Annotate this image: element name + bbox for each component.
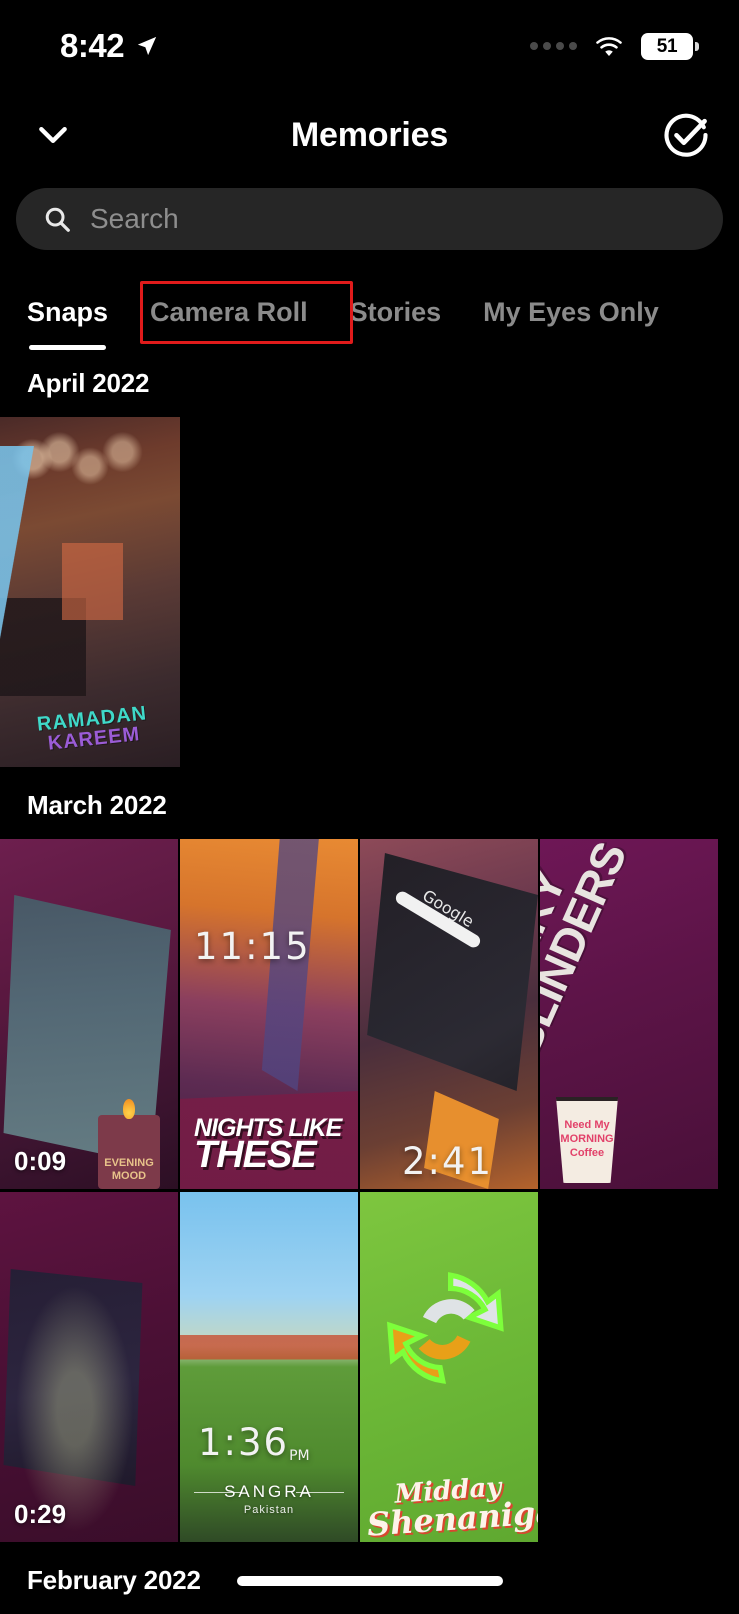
select-mode-button[interactable] (655, 104, 717, 166)
snap-timestamp: 1:36PM (198, 1421, 310, 1464)
coffee-cup-text: Need My MORNING Coffee (560, 1119, 614, 1159)
battery-indicator: 51 (641, 32, 699, 60)
wifi-icon (596, 37, 622, 57)
tab-snaps-label: Snaps (27, 296, 109, 327)
tab-my-eyes-only[interactable]: My Eyes Only (483, 276, 659, 348)
tab-camera-roll-label: Camera Roll (150, 296, 308, 327)
location-country: Pakistan (243, 1504, 295, 1516)
grid-april: RAMADAN KAREEM (0, 417, 739, 770)
section-header-march: March 2022 (27, 790, 167, 820)
coffee-cup-sticker: Need My MORNING Coffee (556, 1097, 618, 1183)
signal-dots-icon (530, 42, 577, 50)
location-sticker: SANGRA Pakistan (180, 1482, 358, 1516)
peaky-line-2: BLINDERS (540, 839, 637, 1064)
grid-march: EVENING MOOD 0:09 11:15 NIGHTS LIKE THESE… (0, 839, 739, 1545)
snap-peaky-blinders[interactable]: PEAKY BLINDERS Need My MORNING Coffee (540, 839, 718, 1189)
sticker-line-2: Shenanigans (365, 1489, 538, 1542)
section-header-april: April 2022 (27, 368, 150, 398)
tab-stories[interactable]: Stories (350, 276, 442, 348)
chevron-down-icon (39, 126, 67, 143)
tab-snaps[interactable]: Snaps (27, 276, 109, 350)
snap-timestamp: 11:15 (194, 925, 311, 968)
snap-timestamp: 2:41 (402, 1140, 494, 1183)
tab-camera-roll[interactable]: Camera Roll (150, 276, 308, 348)
status-time: 8:42 (60, 27, 125, 64)
status-bar-left: 8:42 (60, 27, 158, 65)
snap-laptop-restaurant[interactable]: RAMADAN KAREEM (0, 417, 180, 767)
candle-sticker: EVENING MOOD (98, 1099, 160, 1189)
search-icon (45, 207, 70, 232)
thumbnail-glow (0, 1192, 178, 1542)
home-indicator[interactable] (236, 1576, 503, 1586)
status-bar-right: 51 (530, 32, 699, 60)
duration-label: 0:09 (14, 1146, 67, 1176)
snap-evening-window[interactable]: EVENING MOOD 0:09 (0, 839, 178, 1189)
memories-content: April 2022 RAMADAN KAREEM March 2022 EVE… (0, 348, 739, 1614)
tab-my-eyes-only-label: My Eyes Only (483, 296, 659, 327)
location-name: SANGRA (224, 1482, 314, 1501)
search-bar[interactable]: Search (16, 188, 723, 250)
tab-stories-label: Stories (349, 296, 442, 327)
snap-dark-room[interactable]: 0:29 (0, 1192, 178, 1542)
page-title: Memories (290, 115, 449, 154)
recycle-arrows-icon (386, 1272, 504, 1384)
collapse-button[interactable] (22, 104, 84, 166)
status-bar: 8:42 51 (0, 0, 739, 92)
snap-sangra-park[interactable]: 1:36PM SANGRA Pakistan (180, 1192, 358, 1542)
candle-sticker-text: EVENING MOOD (104, 1156, 154, 1182)
snap-nights-like-these[interactable]: 11:15 NIGHTS LIKE THESE (180, 839, 358, 1189)
snap-laptop-google[interactable]: Google 2:41 (360, 839, 538, 1189)
snap-midday-shenanigans[interactable]: Midday Shenanigans (360, 1192, 538, 1542)
circle-check-icon (664, 113, 708, 157)
memories-tabs: Snaps Camera Roll Stories My Eyes Only (0, 276, 739, 350)
duration-label: 0:29 (14, 1499, 67, 1529)
location-arrow-icon (137, 36, 157, 56)
search-input[interactable]: Search (90, 203, 179, 235)
battery-level: 51 (656, 35, 678, 57)
sticker-line-2: THESE (194, 1134, 317, 1177)
nights-like-these-sticker: NIGHTS LIKE THESE (194, 1116, 349, 1177)
app-header: Memories (0, 92, 739, 178)
midday-shenanigans-sticker: Midday Shenanigans (364, 1472, 538, 1542)
